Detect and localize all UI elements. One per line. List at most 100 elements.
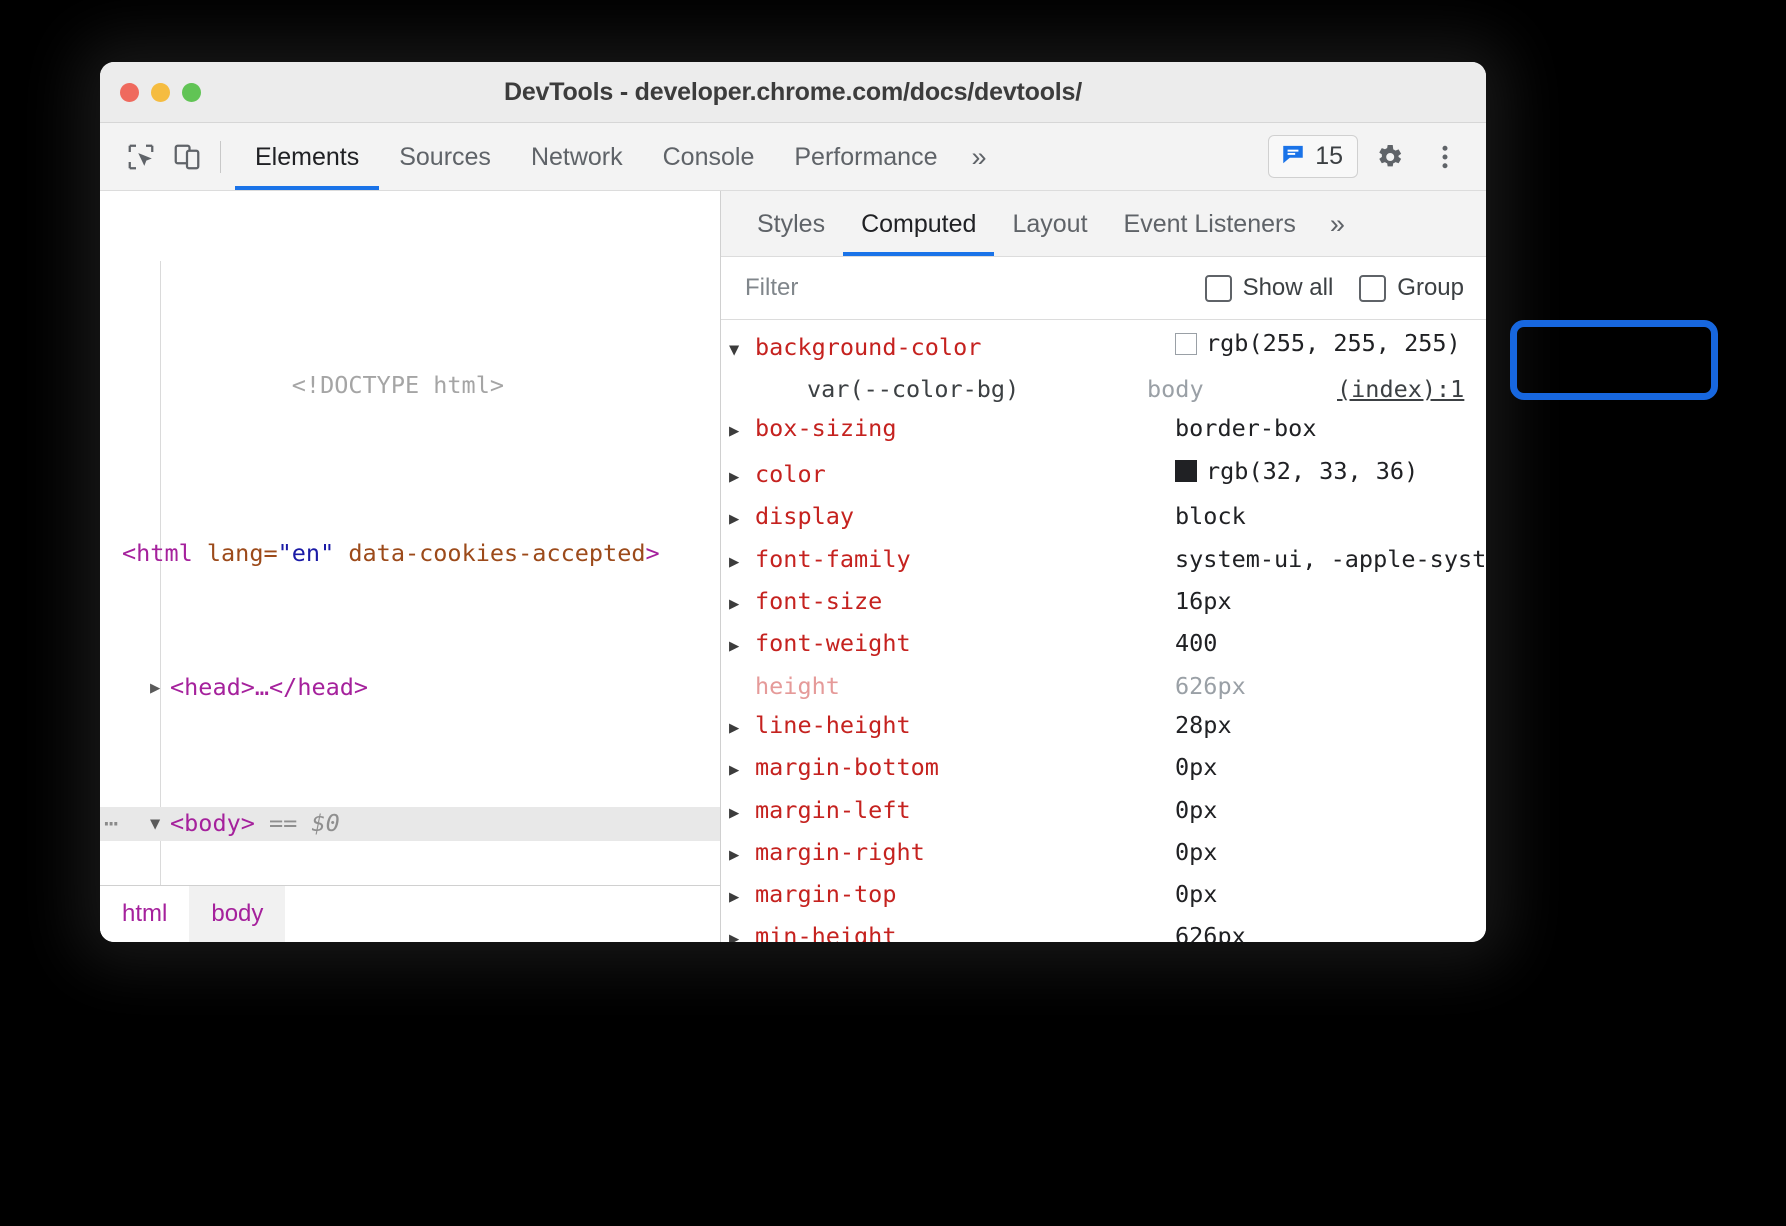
group-checkbox-group[interactable]: Group: [1359, 274, 1464, 302]
group-checkbox[interactable]: [1359, 275, 1386, 302]
filter-input[interactable]: [745, 274, 1179, 302]
expand-arrow-icon[interactable]: ▶: [729, 836, 755, 875]
computed-properties-list[interactable]: ▼ background-color rgb(255, 255, 255) va…: [721, 320, 1486, 942]
expand-arrow-icon[interactable]: ▶: [729, 920, 755, 942]
expand-arrow-icon[interactable]: ▶: [729, 585, 755, 624]
body-ref: $0: [311, 809, 339, 837]
expand-arrow-icon[interactable]: ▶: [150, 672, 170, 706]
toolbar-divider: [220, 141, 221, 173]
devtools-window: DevTools - developer.chrome.com/docs/dev…: [100, 62, 1486, 942]
property-value: 28px: [1175, 706, 1232, 745]
computed-row-line-height[interactable]: ▶ line-height 28px: [721, 706, 1486, 748]
property-name: font-family: [755, 540, 1175, 579]
inspect-element-icon[interactable]: [118, 134, 164, 180]
computed-row-font-weight[interactable]: ▶ font-weight 400: [721, 624, 1486, 666]
property-value: block: [1175, 497, 1246, 536]
sidebar-more-tabs-chevron-icon[interactable]: »: [1314, 192, 1361, 256]
computed-row-margin-left[interactable]: ▶ margin-left 0px: [721, 791, 1486, 833]
trace-source-link[interactable]: (index):1: [1337, 370, 1464, 409]
expand-arrow-icon[interactable]: ▶: [729, 709, 755, 748]
screenshot-root: DevTools - developer.chrome.com/docs/dev…: [0, 0, 1786, 1226]
dom-row-doctype[interactable]: <!DOCTYPE html>: [100, 335, 720, 436]
tab-network[interactable]: Network: [511, 124, 643, 190]
expand-arrow-icon[interactable]: ▶: [729, 751, 755, 790]
expand-arrow-icon[interactable]: ▶: [729, 627, 755, 666]
computed-row-margin-bottom[interactable]: ▶ margin-bottom 0px: [721, 748, 1486, 790]
doctype-text: <!DOCTYPE html>: [292, 371, 504, 399]
property-value: 16px: [1175, 582, 1232, 621]
more-options-icon[interactable]: [1420, 132, 1470, 182]
issues-icon: [1280, 141, 1306, 172]
tab-computed[interactable]: Computed: [843, 192, 994, 256]
show-all-label: Show all: [1243, 274, 1334, 302]
dom-row-body[interactable]: ⋯ ▼<body> == $0: [100, 807, 720, 842]
property-name: min-height: [755, 917, 1175, 942]
tab-elements[interactable]: Elements: [235, 124, 379, 190]
html-attr-cookies: data-cookies-accepted: [334, 539, 645, 567]
computed-row-background-color[interactable]: ▼ background-color rgb(255, 255, 255): [721, 324, 1486, 370]
property-name: line-height: [755, 706, 1175, 745]
property-name: margin-bottom: [755, 748, 1175, 787]
property-name: display: [755, 497, 1175, 536]
property-name: color: [755, 455, 1175, 494]
expand-arrow-icon[interactable]: ▶: [729, 412, 755, 451]
tab-layout[interactable]: Layout: [994, 192, 1105, 256]
show-all-checkbox[interactable]: [1205, 275, 1232, 302]
color-swatch-icon[interactable]: [1175, 460, 1197, 482]
computed-row-color[interactable]: ▶ color rgb(32, 33, 36): [721, 452, 1486, 498]
tab-event-listeners[interactable]: Event Listeners: [1106, 192, 1314, 256]
property-name: margin-right: [755, 833, 1175, 872]
property-value: border-box: [1175, 409, 1316, 448]
property-value-text: rgb(32, 33, 36): [1206, 452, 1418, 491]
expand-arrow-icon[interactable]: ▶: [729, 543, 755, 582]
property-name: font-weight: [755, 624, 1175, 663]
tab-sources[interactable]: Sources: [379, 124, 511, 190]
computed-row-font-size[interactable]: ▶ font-size 16px: [721, 582, 1486, 624]
expand-arrow-icon[interactable]: ▶: [729, 500, 755, 539]
computed-row-min-height[interactable]: ▶ min-height 626px: [721, 917, 1486, 942]
issues-count: 15: [1315, 142, 1343, 171]
breadcrumb: html body: [100, 885, 720, 942]
property-value: 0px: [1175, 875, 1217, 914]
window-titlebar: DevTools - developer.chrome.com/docs/dev…: [100, 62, 1486, 123]
property-name: margin-left: [755, 791, 1175, 830]
property-name: font-size: [755, 582, 1175, 621]
property-value: system-ui, -apple-syst: [1175, 540, 1486, 579]
dom-row-html[interactable]: <html lang="en" data-cookies-accepted>: [100, 537, 720, 571]
more-tabs-chevron-icon[interactable]: »: [957, 124, 1000, 190]
computed-row-margin-top[interactable]: ▶ margin-top 0px: [721, 875, 1486, 917]
head-node-text: <head>…</head>: [170, 673, 368, 701]
node-options-icon[interactable]: ⋯: [104, 807, 119, 841]
issues-button[interactable]: 15: [1268, 135, 1358, 178]
computed-row-box-sizing[interactable]: ▶ box-sizing border-box: [721, 409, 1486, 451]
tab-console[interactable]: Console: [643, 124, 775, 190]
device-toolbar-icon[interactable]: [164, 134, 210, 180]
property-value: 0px: [1175, 791, 1217, 830]
property-value: 626px: [1175, 917, 1246, 942]
expand-arrow-icon[interactable]: ▶: [729, 458, 755, 497]
expand-arrow-icon[interactable]: ▶: [729, 878, 755, 917]
computed-row-margin-right[interactable]: ▶ margin-right 0px: [721, 833, 1486, 875]
collapse-arrow-icon[interactable]: ▼: [729, 331, 755, 370]
collapse-arrow-icon[interactable]: ▼: [150, 808, 170, 842]
body-eq: ==: [255, 809, 312, 837]
computed-row-display[interactable]: ▶ display block: [721, 497, 1486, 539]
expand-arrow-icon[interactable]: ▶: [729, 794, 755, 833]
dom-tree[interactable]: <!DOCTYPE html> <html lang="en" data-coo…: [100, 191, 720, 885]
show-all-checkbox-group[interactable]: Show all: [1205, 274, 1334, 302]
computed-row-height[interactable]: height 626px: [721, 667, 1486, 706]
property-value: 400: [1175, 624, 1217, 663]
computed-row-font-family[interactable]: ▶ font-family system-ui, -apple-syst: [721, 540, 1486, 582]
breadcrumb-item-html[interactable]: html: [100, 886, 189, 942]
tab-styles[interactable]: Styles: [739, 192, 843, 256]
tab-performance[interactable]: Performance: [774, 124, 957, 190]
settings-gear-icon[interactable]: [1364, 132, 1414, 182]
body-tag: <body>: [170, 809, 255, 837]
devtools-toolbar: Elements Sources Network Console Perform…: [100, 123, 1486, 191]
color-swatch-icon[interactable]: [1175, 333, 1197, 355]
breadcrumb-item-body[interactable]: body: [189, 886, 285, 942]
html-attr-lang-value: "en": [278, 539, 335, 567]
trace-value: var(--color-bg): [807, 370, 1147, 409]
dom-row-head[interactable]: ▶<head>…</head>: [100, 671, 720, 706]
property-value: rgb(255, 255, 255): [1175, 324, 1461, 363]
